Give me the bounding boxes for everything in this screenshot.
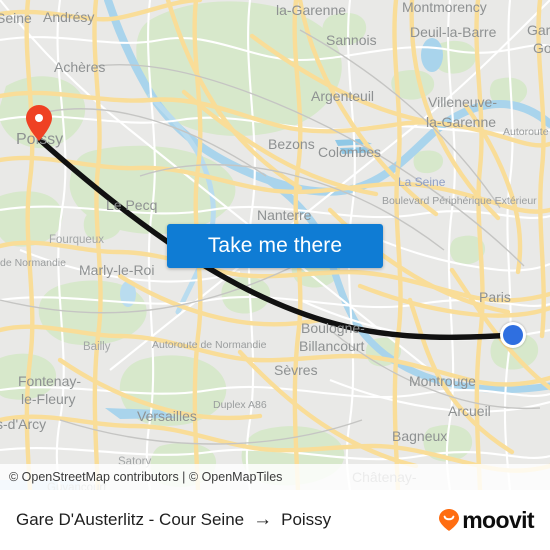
footer-bar: Gare D'Austerlitz - Cour Seine → Poissy … <box>0 490 550 550</box>
destination-marker-dot[interactable] <box>500 322 526 348</box>
moovit-logo[interactable]: moovit <box>438 507 550 534</box>
map-canvas[interactable]: la-Garenne Montmorency Seine Andrésy Sannois… <box>0 0 550 490</box>
route-destination: Poissy <box>281 510 332 529</box>
attribution-text[interactable]: © OpenStreetMap contributors | © OpenMap… <box>0 470 282 484</box>
pin-center-dot <box>35 114 43 122</box>
take-me-there-button[interactable]: Take me there <box>167 224 383 268</box>
route-origin: Gare D'Austerlitz - Cour Seine <box>16 510 245 529</box>
moovit-pin-icon <box>439 509 460 531</box>
route-summary: Gare D'Austerlitz - Cour Seine → Poissy <box>0 509 331 531</box>
destination-dot-inner <box>503 325 523 345</box>
moovit-map-screen: la-Garenne Montmorency Seine Andrésy Sannois… <box>0 0 550 550</box>
arrow-right-icon: → <box>253 509 273 530</box>
map-attribution-bar: © OpenStreetMap contributors | © OpenMap… <box>0 464 550 490</box>
origin-marker-pin[interactable] <box>26 105 52 141</box>
moovit-wordmark: moovit <box>462 506 534 533</box>
